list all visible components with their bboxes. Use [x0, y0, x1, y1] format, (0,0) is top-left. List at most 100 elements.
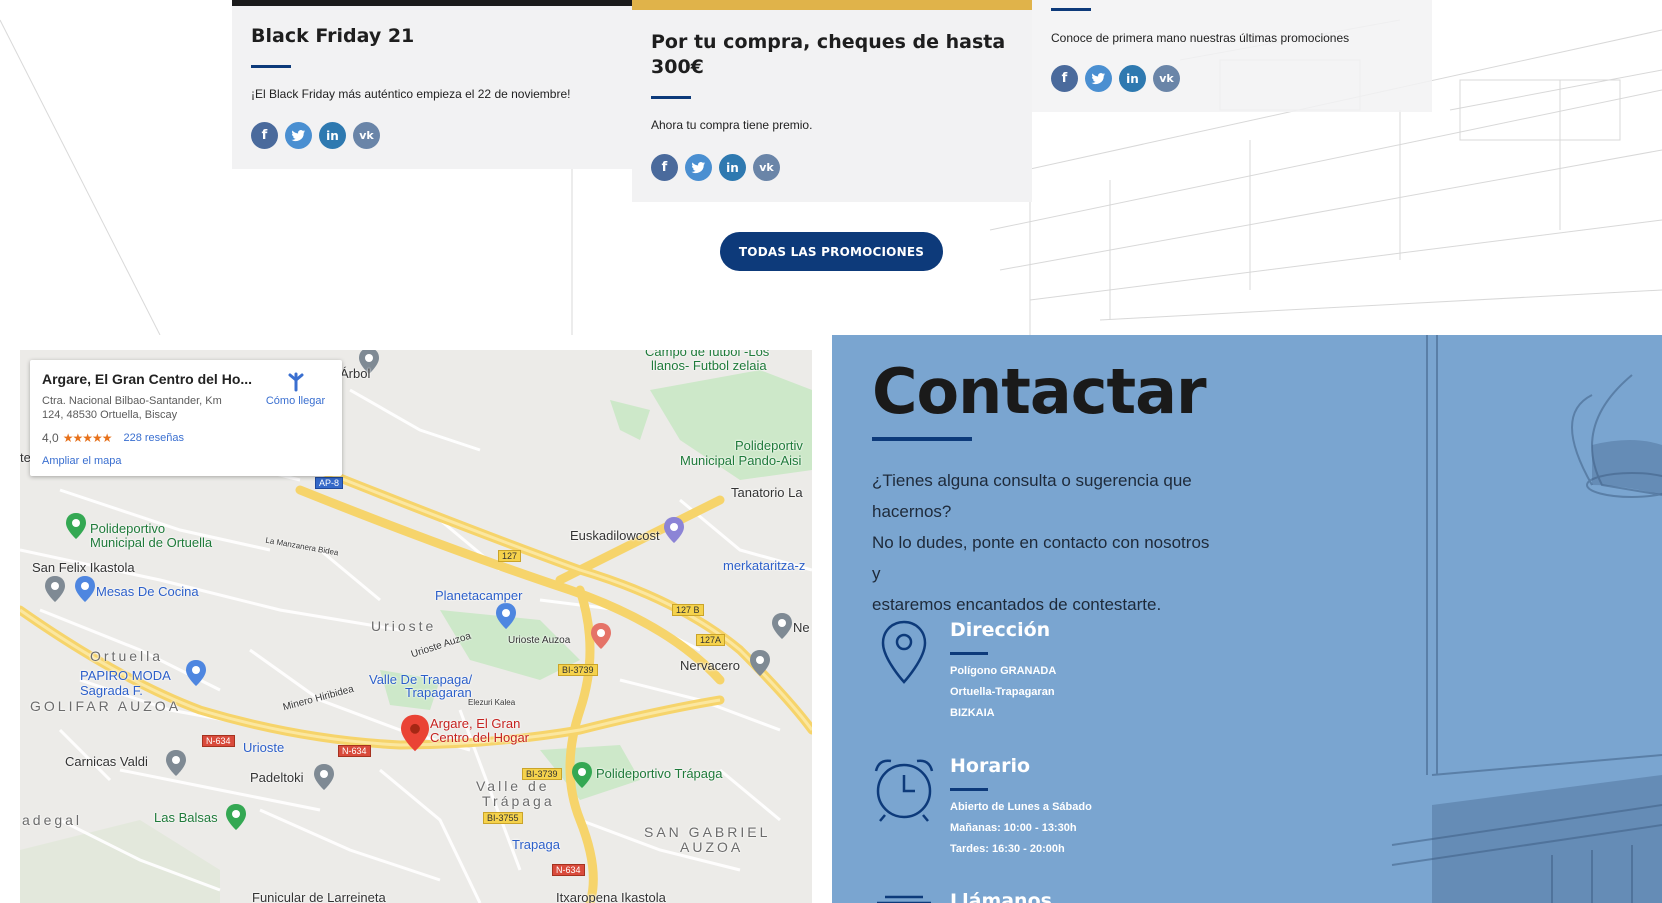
twitter-icon[interactable]: [285, 122, 312, 149]
map-pin-icon[interactable]: [166, 750, 186, 776]
linkedin-icon[interactable]: in: [719, 154, 746, 181]
address-rule: [950, 652, 988, 655]
facebook-icon[interactable]: f: [651, 154, 678, 181]
map-pin-icon[interactable]: [45, 576, 65, 602]
reviews-link[interactable]: 228 reseñas: [123, 432, 184, 444]
promo-title-line2: 300€: [651, 56, 704, 78]
map-label: Urioste: [371, 618, 437, 634]
map-label: PAPIRO MODA: [80, 668, 171, 683]
contact-intro-line: hacernos?: [872, 502, 952, 521]
map-label: Valle de: [476, 778, 550, 794]
road-shield: BI-3739: [558, 664, 598, 676]
map-label: Trápaga: [482, 793, 555, 809]
contact-title-rule: [872, 437, 972, 441]
map-label: Polideportivo Trápaga: [596, 766, 723, 781]
map-label: Sagrada F.: [80, 683, 143, 698]
hours-line: Tardes: 16:30 - 20:00h: [950, 843, 1065, 855]
map-pin-icon[interactable]: [750, 650, 770, 676]
road-shield: N-634: [202, 735, 235, 747]
contact-intro-line: estaremos encantados de contestarte.: [872, 595, 1162, 614]
promo-text: Ahora tu compra tiene premio.: [651, 118, 813, 132]
map-pin-icon[interactable]: [572, 762, 592, 788]
map-label: Planetacamper: [435, 588, 523, 603]
road-shield: N-634: [552, 864, 585, 876]
map-pin-icon[interactable]: [75, 576, 95, 602]
share-buttons: f in vk: [651, 154, 780, 181]
map-pin-icon[interactable]: [66, 513, 86, 539]
map-label: Carnicas Valdi: [65, 754, 148, 769]
map-label: Mesas De Cocina: [96, 584, 199, 599]
promo-text: ¡El Black Friday más auténtico empieza e…: [251, 87, 571, 101]
vk-icon[interactable]: vk: [1153, 65, 1180, 92]
map-label: Polideportivo: [90, 521, 166, 536]
map-pin-icon[interactable]: [226, 804, 246, 830]
map-pin-icon[interactable]: [772, 613, 792, 639]
map-label: SAN GABRIEL: [644, 824, 771, 840]
facebook-icon[interactable]: f: [1051, 65, 1078, 92]
rating-stars-icon: ★★★★★: [62, 431, 113, 445]
road-shield: 127 B: [672, 604, 704, 616]
map-label: Polideportiv: [735, 438, 803, 453]
map-pin-icon[interactable]: [314, 764, 334, 790]
promo-card-cheques[interactable]: Por tu compra, cheques de hasta 300€ Aho…: [632, 0, 1032, 202]
contact-intro-line: No lo dudes, ponte en contacto con nosot…: [872, 533, 1210, 583]
map-label: Euskadilowcost: [570, 528, 660, 543]
map-label: Urioste Auzoa: [508, 635, 571, 646]
hours-lines: Abierto de Lunes a Sábado Mañanas: 10:00…: [950, 797, 1092, 860]
directions-button[interactable]: Cómo llegar: [258, 372, 333, 407]
map-label: Padeltoki: [250, 770, 304, 785]
twitter-icon[interactable]: [685, 154, 712, 181]
directions-icon: [288, 372, 303, 392]
promo-image: [632, 0, 1032, 10]
map-label: Itxaropena Ikastola: [556, 890, 666, 903]
place-rating: 4,0 ★★★★★ 228 reseñas: [42, 431, 184, 445]
twitter-icon[interactable]: [1085, 65, 1112, 92]
all-promotions-button[interactable]: TODAS LAS PROMOCIONES: [720, 232, 943, 271]
google-map[interactable]: Árbol Campo de fútbol -Los llanos- Futbo…: [20, 350, 812, 903]
enlarge-map-link[interactable]: Ampliar el mapa: [42, 455, 121, 467]
promo-image: [232, 0, 632, 6]
map-label: Elezuri Kalea: [468, 698, 516, 707]
promo-card-black-friday[interactable]: Black Friday 21 ¡El Black Friday más aut…: [232, 0, 632, 169]
page: Black Friday 21 ¡El Black Friday más aut…: [0, 0, 1662, 903]
contact-title: Contactar: [872, 355, 1207, 428]
hours-line: Abierto de Lunes a Sábado: [950, 801, 1092, 813]
map-label: San Felix Ikastola: [32, 560, 135, 575]
alarm-clock-icon: [874, 759, 934, 822]
road-shield: AP-8: [315, 477, 344, 489]
share-buttons: f in vk: [251, 122, 380, 149]
linkedin-icon[interactable]: in: [1119, 65, 1146, 92]
phone-title: Llámanos: [950, 890, 1052, 903]
linkedin-icon[interactable]: in: [319, 122, 346, 149]
map-place-card: Argare, El Gran Centro del Ho... Ctra. N…: [30, 360, 342, 476]
road-shield: N-634: [338, 745, 371, 757]
map-label: Urioste: [243, 740, 285, 755]
address-line: Polígono GRANADA: [950, 665, 1057, 677]
map-label: llanos- Futbol zelaia: [651, 358, 767, 373]
map-label: Ortuella: [90, 648, 164, 664]
address-lines: Polígono GRANADA Ortuella-Trapagaran BIZ…: [950, 661, 1056, 724]
location-pin-icon: [881, 620, 927, 684]
address-line: Ortuella-Trapagaran: [950, 686, 1055, 698]
vk-icon[interactable]: vk: [753, 154, 780, 181]
map-label: Las Balsas: [154, 810, 218, 825]
map-pin-icon[interactable]: [186, 660, 206, 686]
rating-value: 4,0: [42, 431, 59, 445]
map-pin-icon[interactable]: [591, 623, 611, 649]
map-pin-icon[interactable]: [496, 603, 516, 629]
map-pin-icon[interactable]: [664, 517, 684, 543]
selected-location-pin-icon[interactable]: [401, 714, 429, 752]
promo-card-ultimas[interactable]: Conoce de primera mano nuestras últimas …: [1032, 0, 1432, 112]
promo-title-rule: [251, 65, 291, 68]
map-label: Funicular de Larreineta: [252, 890, 386, 903]
facebook-icon[interactable]: f: [251, 122, 278, 149]
road-shield: 127: [498, 550, 522, 562]
vk-icon[interactable]: vk: [353, 122, 380, 149]
promo-title: Black Friday 21: [251, 25, 415, 47]
hours-title: Horario: [950, 755, 1031, 777]
map-label: adegal: [22, 812, 83, 828]
promo-text: Conoce de primera mano nuestras últimas …: [1051, 31, 1350, 45]
map-label: Ne: [793, 620, 810, 635]
road-shield: BI-3739: [522, 768, 562, 780]
map-label: Municipal de Ortuella: [90, 535, 213, 550]
